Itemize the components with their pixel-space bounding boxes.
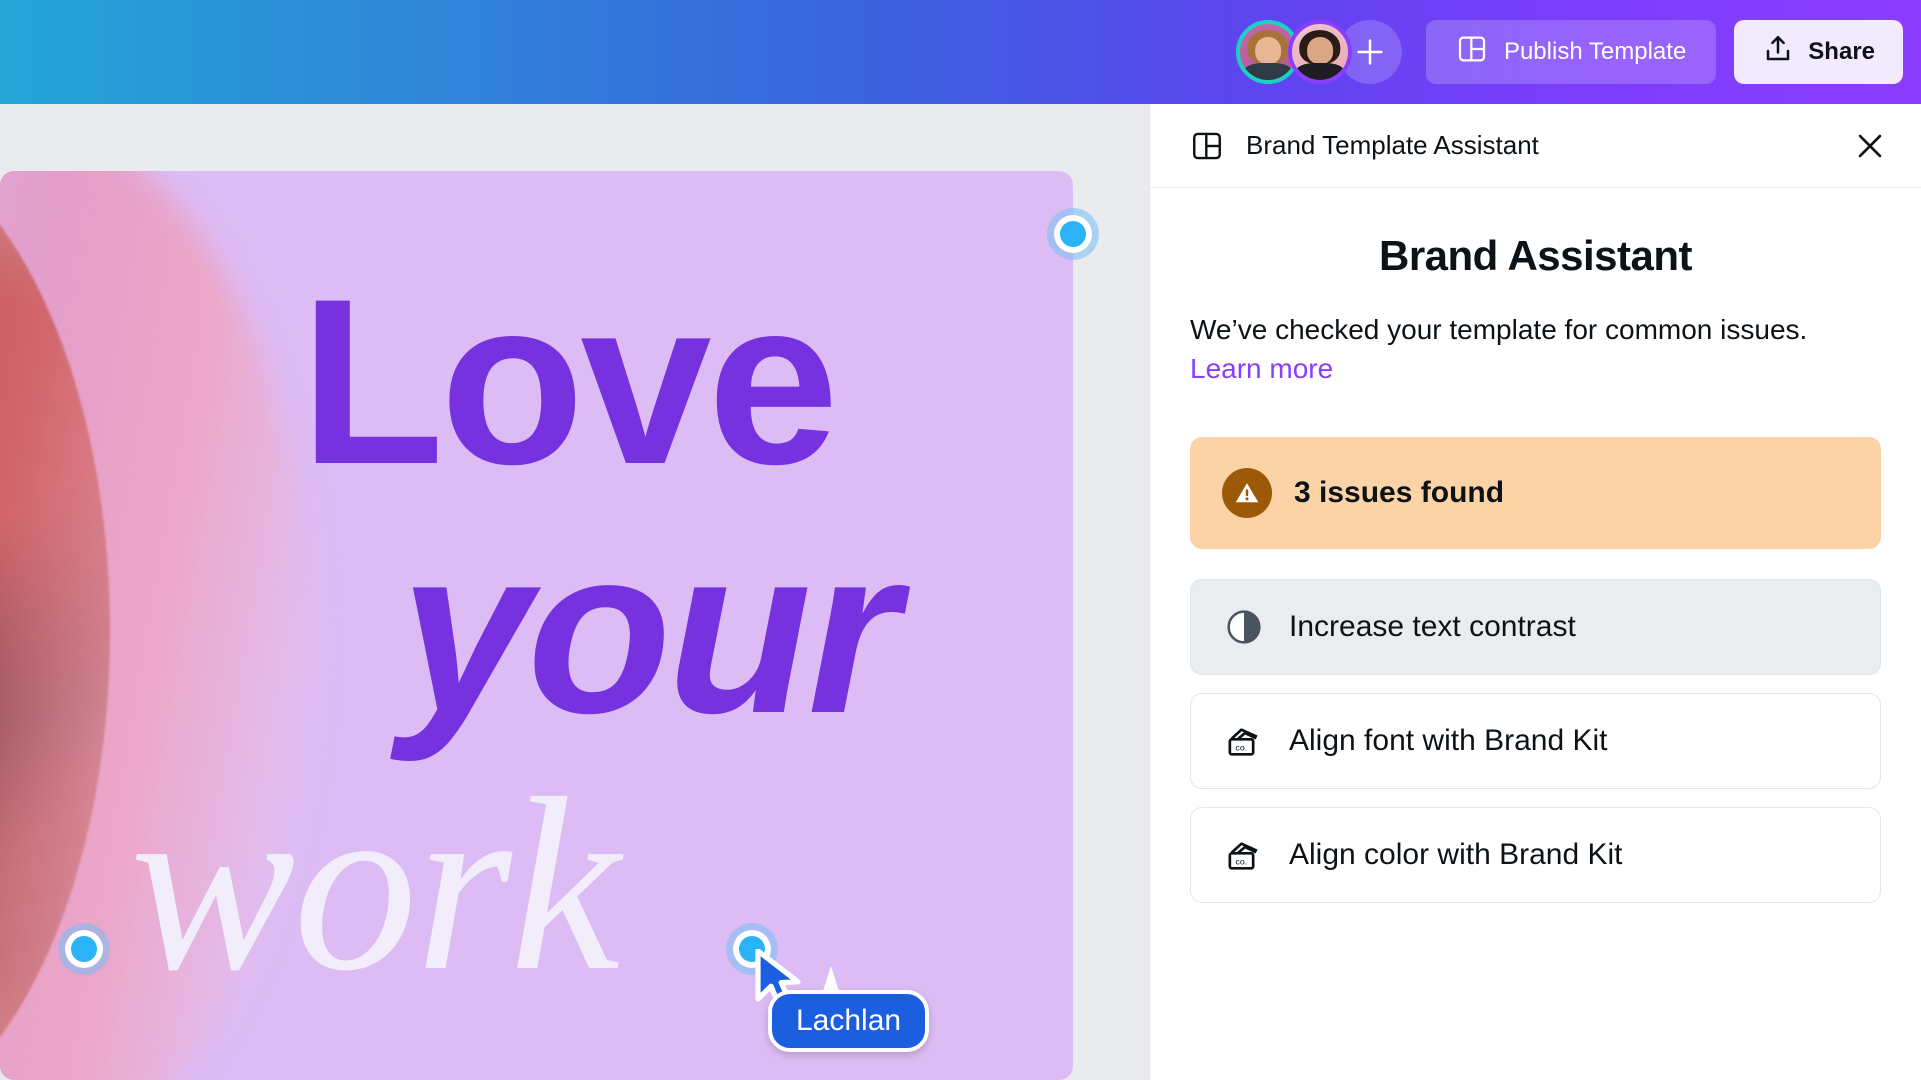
- publish-template-button[interactable]: Publish Template: [1425, 20, 1717, 84]
- canvas-text-group: Love your work: [0, 171, 1073, 1080]
- selection-handle[interactable]: [1047, 208, 1099, 260]
- panel-body: Brand Assistant We’ve checked your templ…: [1150, 188, 1921, 904]
- brand-template-assistant-panel: Brand Template Assistant Brand Assistant…: [1149, 104, 1921, 1080]
- brand-kit-icon: co.: [1223, 834, 1265, 876]
- svg-text:co.: co.: [1236, 743, 1248, 753]
- close-icon[interactable]: [1853, 129, 1887, 163]
- canva-editor-window: Publish Template Share Love your work La…: [0, 0, 1921, 1080]
- issue-item-align-font-with-brand-kit[interactable]: co. Align font with Brand Kit: [1190, 693, 1881, 790]
- canvas-text-line-3[interactable]: work: [130, 760, 620, 1008]
- avatar[interactable]: [1287, 20, 1352, 84]
- panel-header: Brand Template Assistant: [1150, 104, 1921, 188]
- design-canvas[interactable]: Love your work: [0, 171, 1073, 1080]
- canvas-text-line-2[interactable]: your: [400, 513, 899, 749]
- brand-kit-icon: co.: [1223, 720, 1265, 762]
- warning-triangle-icon: [1222, 468, 1272, 519]
- issue-item-label: Increase text contrast: [1289, 610, 1576, 644]
- brand-assistant-description: We’ve checked your template for common i…: [1190, 314, 1808, 345]
- selection-handle[interactable]: [58, 923, 110, 975]
- issue-item-label: Align color with Brand Kit: [1289, 838, 1623, 872]
- issue-item-label: Align font with Brand Kit: [1289, 724, 1608, 758]
- cursor-label-lachlan: Lachlan: [768, 990, 930, 1052]
- collaborator-avatars: [1235, 20, 1402, 84]
- template-icon: [1456, 33, 1488, 72]
- selection-handle-core: [1060, 221, 1086, 247]
- plus-icon: [1353, 35, 1387, 69]
- issues-found-label: 3 issues found: [1294, 476, 1505, 510]
- issue-item-align-color-with-brand-kit[interactable]: co. Align color with Brand Kit: [1190, 807, 1881, 904]
- contrast-icon: [1223, 606, 1265, 648]
- issue-item-increase-text-contrast[interactable]: Increase text contrast: [1190, 579, 1881, 676]
- share-label: Share: [1808, 38, 1875, 65]
- panel-title: Brand Template Assistant: [1246, 130, 1539, 160]
- avatar-body: [1245, 63, 1291, 80]
- avatar-head: [1307, 37, 1333, 65]
- selection-handle-core: [71, 936, 97, 962]
- publish-template-label: Publish Template: [1503, 38, 1687, 65]
- svg-text:co.: co.: [1236, 857, 1248, 867]
- share-upload-icon: [1762, 33, 1794, 72]
- issues-found-banner: 3 issues found: [1190, 437, 1881, 550]
- editor-body: Love your work Lachlan Lotus: [0, 104, 1921, 1080]
- template-icon: [1190, 129, 1224, 163]
- avatar-head: [1255, 37, 1281, 65]
- issue-list: Increase text contrast co. Align font wi…: [1190, 579, 1881, 904]
- canvas-text-line-1[interactable]: Love: [300, 264, 839, 500]
- brand-assistant-heading: Brand Assistant: [1378, 232, 1693, 279]
- share-button[interactable]: Share: [1734, 20, 1903, 84]
- top-toolbar: Publish Template Share: [0, 0, 1921, 104]
- learn-more-link[interactable]: Learn more: [1190, 353, 1333, 385]
- avatar-body: [1297, 63, 1343, 80]
